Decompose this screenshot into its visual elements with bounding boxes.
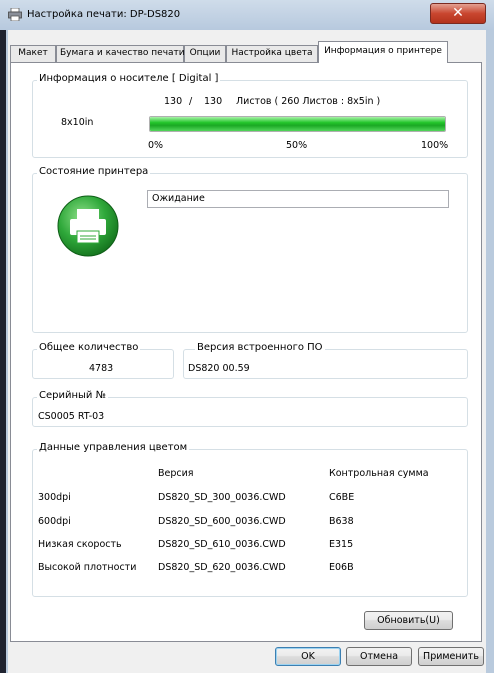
total-count-label: Общее количество: [37, 342, 141, 353]
print-settings-window: Настройка печати: DP-DS820 ✕ Макет Бумаг…: [0, 0, 494, 673]
tab-label: Макет: [18, 48, 48, 58]
close-icon: ✕: [452, 5, 464, 21]
count-separator: /: [189, 96, 193, 107]
table-row-name: 600dpi: [38, 516, 71, 527]
printer-state-label: Состояние принтера: [37, 166, 151, 177]
remaining-count: 130: [164, 96, 183, 107]
col-header-checksum: Контрольная сумма: [329, 468, 429, 479]
title-bar: Настройка печати: DP-DS820 ✕: [0, 0, 494, 30]
table-row-name: 300dpi: [38, 492, 71, 503]
refresh-button-label: Обновить(U): [377, 615, 440, 626]
printer-status-text: Ожидание: [152, 193, 205, 204]
tab-printer-info[interactable]: Информация о принтере: [318, 41, 448, 63]
window-frame-right: [486, 30, 494, 673]
cancel-button[interactable]: Отмена: [346, 647, 412, 666]
window-title: Настройка печати: DP-DS820: [27, 9, 181, 20]
ok-button[interactable]: OK: [275, 647, 341, 666]
printer-ready-icon: [57, 195, 119, 257]
printer-icon: [8, 8, 22, 21]
tab-label: Опции: [189, 48, 221, 58]
table-row-version: DS820_SD_300_0036.CWD: [158, 492, 286, 503]
table-row-version: DS820_SD_600_0036.CWD: [158, 516, 286, 527]
close-button[interactable]: ✕: [430, 3, 486, 24]
dialog-footer: [8, 642, 486, 673]
table-row-checksum: E315: [329, 539, 354, 550]
firmware-label: Версия встроенного ПО: [195, 342, 325, 353]
tab-options[interactable]: Опции: [184, 45, 226, 62]
sheets-text: Листов ( 260 Листов : 8x5in ): [236, 96, 381, 107]
ok-button-label: OK: [301, 651, 315, 662]
firmware-value: DS820 00.59: [188, 363, 250, 374]
table-row-version: DS820_SD_620_0036.CWD: [158, 562, 286, 573]
media-progress-bar: [149, 116, 446, 132]
cancel-button-label: Отмена: [359, 651, 399, 662]
apply-button[interactable]: Применить: [418, 647, 484, 666]
progress-scale-50: 50%: [286, 140, 308, 151]
tab-paper-quality[interactable]: Бумага и качество печати: [56, 45, 185, 62]
total-count-value: 4783: [89, 363, 114, 374]
serial-value: CS0005 RT-03: [38, 411, 105, 422]
tab-label: Информация о принтере: [324, 46, 442, 56]
tab-label: Бумага и качество печати: [60, 48, 185, 58]
total-count-sheets: 130: [204, 96, 223, 107]
table-row-checksum: E06B: [329, 562, 354, 573]
apply-button-label: Применить: [423, 651, 479, 662]
table-row-name: Низкая скорость: [38, 539, 122, 550]
tab-label: Настройка цвета: [231, 48, 313, 58]
table-row-version: DS820_SD_610_0036.CWD: [158, 539, 286, 550]
progress-scale-100: 100%: [421, 140, 449, 151]
media-size: 8x10in: [61, 117, 94, 128]
table-row-name: Высокой плотности: [38, 562, 137, 573]
col-header-version: Версия: [158, 468, 194, 479]
progress-scale-0: 0%: [148, 140, 164, 151]
tab-color-settings[interactable]: Настройка цвета: [226, 45, 318, 62]
tab-layout[interactable]: Макет: [10, 45, 56, 62]
table-row-checksum: B638: [329, 516, 354, 527]
window-shadow-edge: [0, 30, 6, 673]
printer-status-field: Ожидание: [147, 190, 449, 208]
serial-label: Серийный №: [37, 390, 108, 401]
media-info-label: Информация о носителе [ Digital ]: [37, 73, 221, 84]
table-row-checksum: C6BE: [329, 492, 355, 503]
refresh-button[interactable]: Обновить(U): [364, 611, 453, 630]
media-progress-fill: [150, 117, 445, 131]
color-management-label: Данные управления цветом: [37, 442, 190, 453]
